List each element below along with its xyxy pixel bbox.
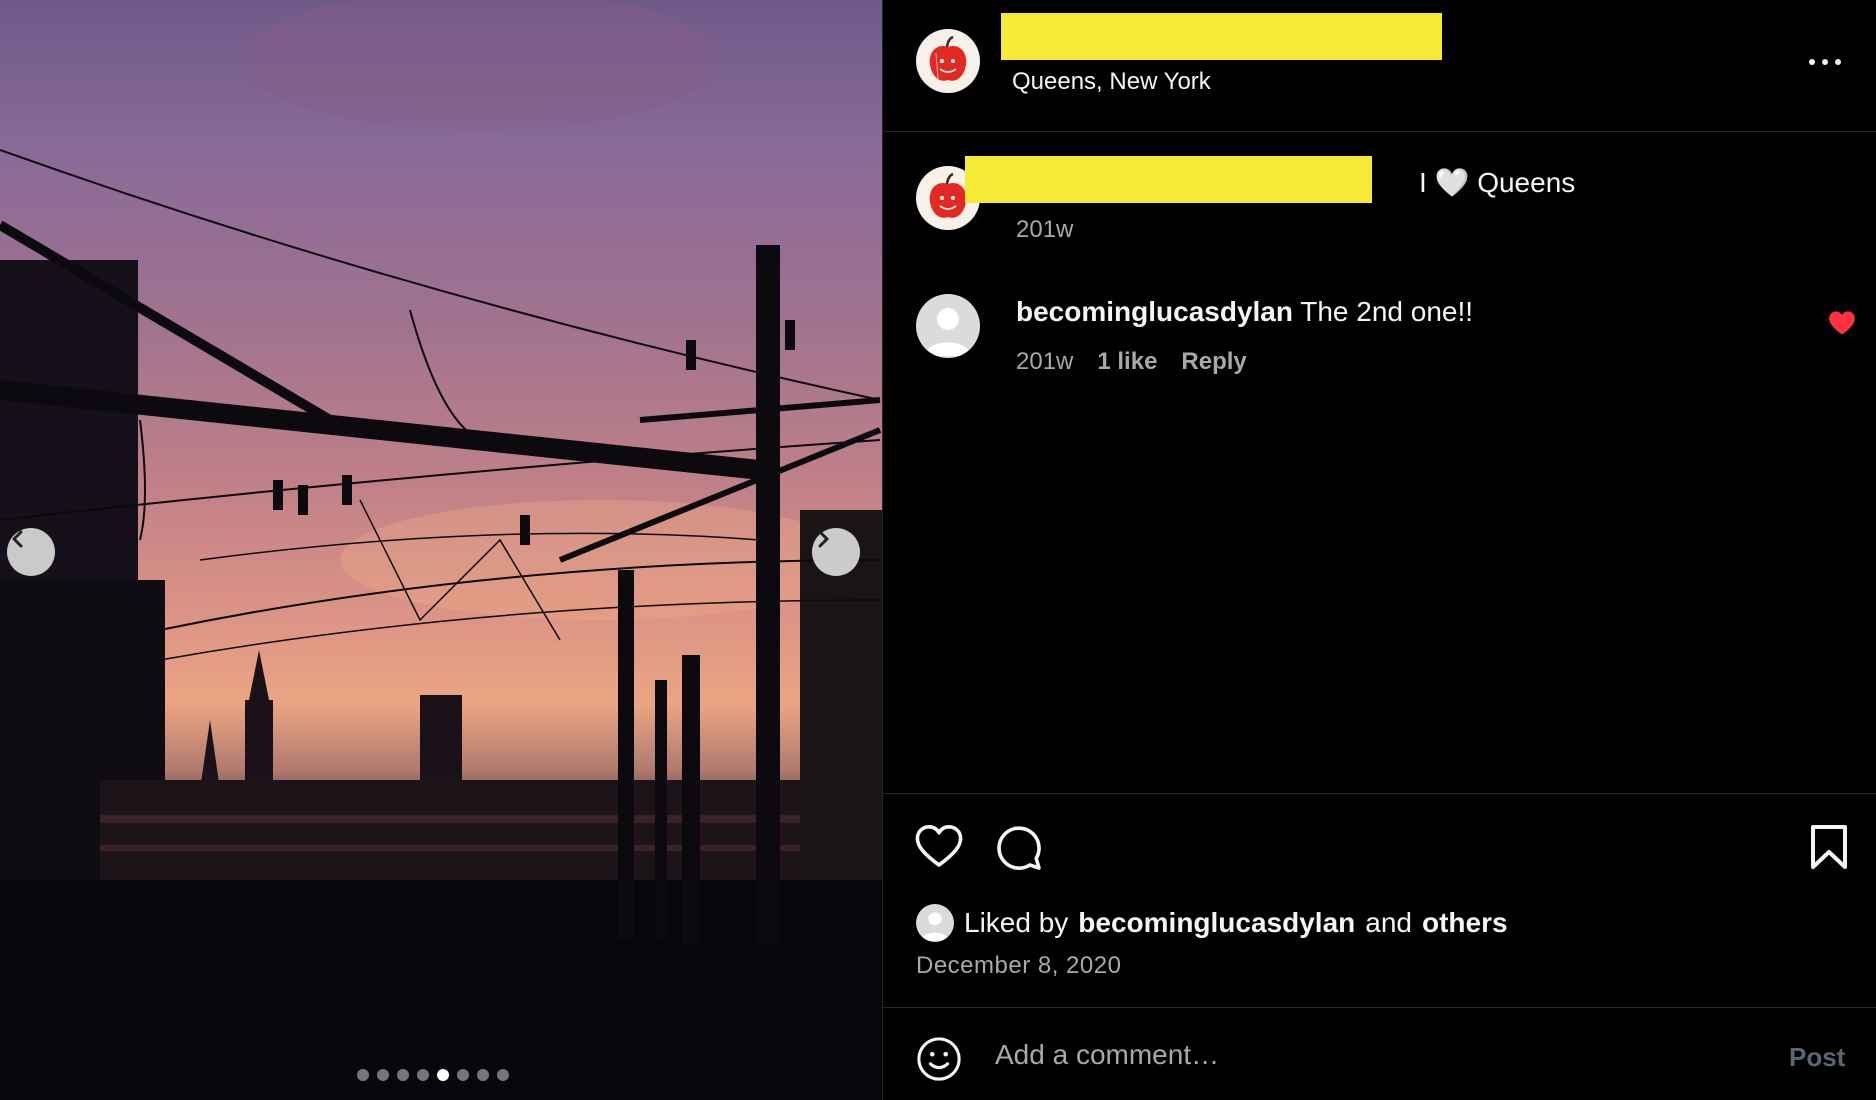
- bookmark-icon: [1811, 825, 1847, 869]
- carousel-dot: [417, 1069, 429, 1081]
- liker-avatar[interactable]: [916, 904, 954, 942]
- redacted-caption-username: [965, 156, 1372, 203]
- chevron-right-icon: [818, 530, 829, 548]
- default-user-icon: [924, 308, 972, 356]
- comment-button[interactable]: [995, 824, 1043, 877]
- comment-reply-button[interactable]: Reply: [1181, 348, 1246, 376]
- comment-timestamp[interactable]: 201w: [1016, 348, 1073, 376]
- photo-skyline-silhouette: [0, 0, 882, 1100]
- more-options-button[interactable]: [1809, 55, 1845, 69]
- author-avatar[interactable]: [916, 29, 980, 93]
- liked-by-and: and: [1365, 907, 1412, 938]
- carousel-dot: [437, 1069, 449, 1081]
- post-actions: Liked by becominglucasdylan and others D…: [883, 793, 1876, 1007]
- like-button[interactable]: [915, 824, 963, 873]
- carousel-dot: [497, 1069, 509, 1081]
- carousel-dot: [457, 1069, 469, 1081]
- post-header: Queens, New York: [883, 0, 1876, 132]
- carousel-indicator: [357, 1069, 509, 1081]
- post-location[interactable]: Queens, New York: [1012, 68, 1211, 96]
- comment-meta: 201w 1 like Reply: [1016, 348, 1247, 376]
- more-horizontal-icon: [1809, 59, 1815, 65]
- previous-photo-button[interactable]: [7, 528, 55, 576]
- caption-text: I 🤍 Queens: [1419, 167, 1576, 198]
- apple-avatar-icon: [929, 35, 967, 81]
- redacted-username: [1001, 13, 1442, 60]
- carousel-dot: [377, 1069, 389, 1081]
- liked-by-username[interactable]: becominglucasdylan: [1078, 907, 1355, 939]
- liked-by-others-link[interactable]: others: [1422, 907, 1508, 939]
- caption-timestamp[interactable]: 201w: [1016, 216, 1073, 244]
- smiley-icon: [917, 1037, 961, 1081]
- post-photo: [0, 0, 882, 1100]
- chevron-left-icon: [12, 530, 23, 548]
- comment-bubble-icon: [997, 826, 1041, 870]
- carousel-dot: [397, 1069, 409, 1081]
- more-horizontal-icon-dot: [1822, 59, 1828, 65]
- post-detail-panel: Queens, New York I 🤍 Queens 201w becomin…: [882, 0, 1876, 1100]
- comment-username[interactable]: becominglucasdylan: [1016, 296, 1293, 327]
- comment-composer: Post: [883, 1007, 1876, 1100]
- post-date[interactable]: December 8, 2020: [916, 952, 1121, 980]
- heart-filled-icon: [1829, 311, 1855, 335]
- commenter-avatar[interactable]: [916, 294, 980, 358]
- comment-body: becominglucasdylan The 2nd one!!: [1016, 296, 1473, 328]
- save-button[interactable]: [1809, 824, 1849, 875]
- carousel-dot: [477, 1069, 489, 1081]
- heart-outline-icon: [915, 825, 963, 867]
- liked-by-prefix: Liked by: [964, 907, 1069, 938]
- carousel-dot: [357, 1069, 369, 1081]
- more-horizontal-icon-dot: [1835, 59, 1841, 65]
- next-photo-button[interactable]: [812, 528, 860, 576]
- default-user-icon: [920, 912, 950, 941]
- comment-text: The 2nd one!!: [1300, 296, 1474, 327]
- comment-item: becominglucasdylan The 2nd one!! 201w 1 …: [883, 280, 1876, 390]
- post-comment-button[interactable]: Post: [1789, 1042, 1845, 1073]
- liked-by-summary: Liked by becominglucasdylan and others: [916, 904, 1508, 942]
- comment-likes-count[interactable]: 1 like: [1097, 348, 1157, 376]
- caption: I 🤍 Queens 201w: [883, 150, 1876, 250]
- emoji-picker-button[interactable]: [916, 1036, 962, 1087]
- comment-input[interactable]: [995, 1030, 1695, 1080]
- comment-like-button[interactable]: [1828, 310, 1856, 341]
